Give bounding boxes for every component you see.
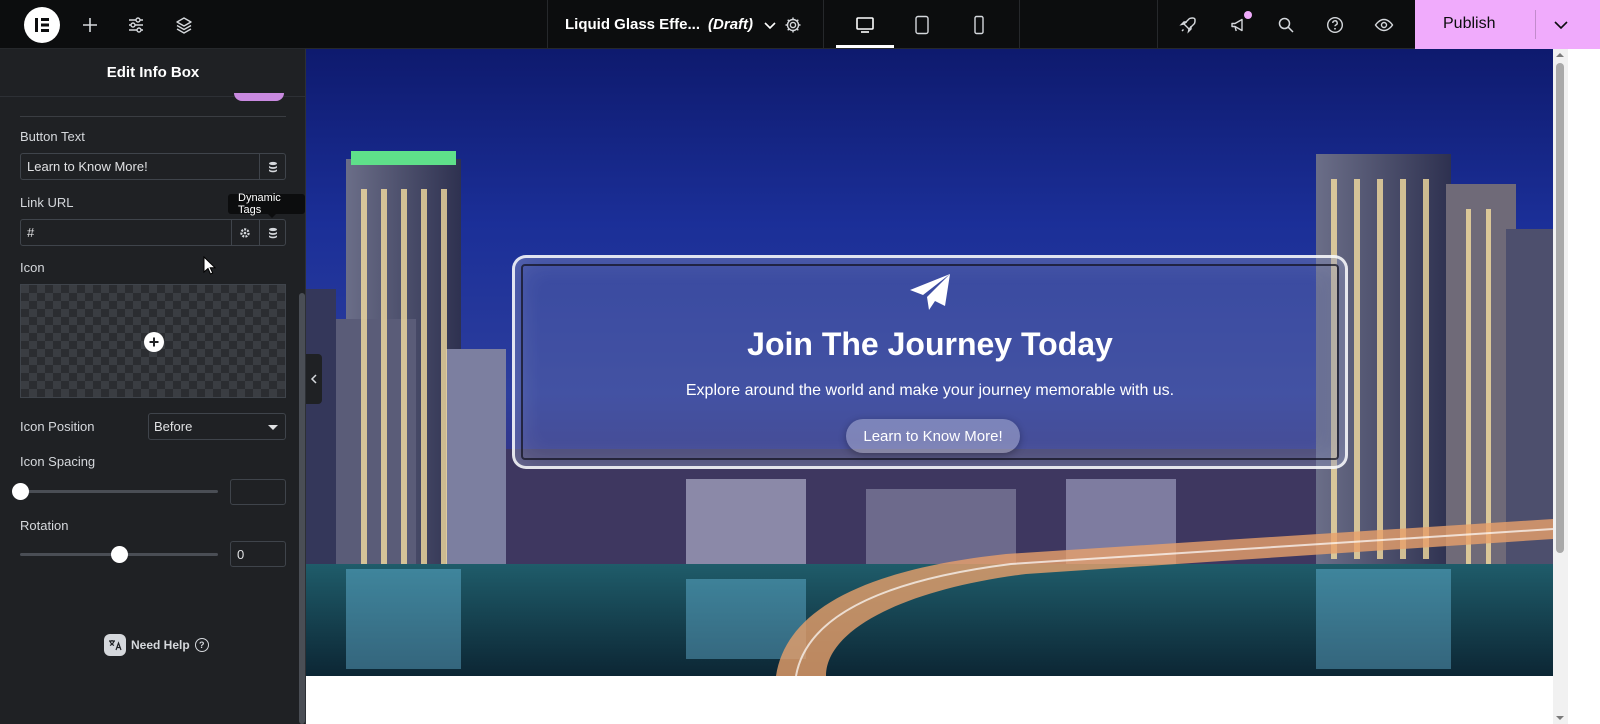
- info-box-card[interactable]: Join The Journey Today Explore around th…: [512, 255, 1348, 469]
- info-box-description: Explore around the world and make your j…: [685, 382, 1175, 399]
- collapse-panel-button[interactable]: [306, 354, 322, 404]
- info-box-button[interactable]: Learn to Know More!: [846, 419, 1020, 453]
- desktop-icon: [856, 16, 874, 33]
- preview-button[interactable]: [1368, 0, 1400, 49]
- panel-title: Edit Info Box: [0, 49, 306, 97]
- database-icon: [269, 227, 277, 238]
- button-text-input[interactable]: Learn to Know More!: [20, 153, 286, 180]
- device-desktop-button[interactable]: [836, 0, 894, 49]
- link-url-input[interactable]: #: [20, 219, 286, 246]
- page-settings-button[interactable]: [776, 0, 810, 49]
- database-icon: [269, 161, 277, 172]
- separator: [1019, 0, 1020, 49]
- canvas-scrollbar-thumb[interactable]: [1556, 63, 1564, 553]
- add-element-button[interactable]: [74, 0, 106, 49]
- info-box-heading: Join The Journey Today: [747, 326, 1113, 362]
- top-bar: Liquid Glass Effe... (Draft) Publish: [0, 0, 1600, 49]
- dynamic-tags-button[interactable]: [259, 154, 286, 179]
- icon-media-picker[interactable]: [20, 284, 286, 398]
- icon-position-select[interactable]: Before: [148, 413, 286, 440]
- whats-new-button[interactable]: [1222, 0, 1254, 49]
- layers-icon: [176, 16, 192, 34]
- publish-label: Publish: [1443, 15, 1496, 32]
- icon-position-value: Before: [154, 419, 193, 434]
- rotation-label: Rotation: [20, 518, 69, 533]
- rotation-value: 0: [237, 546, 245, 562]
- mobile-icon: [974, 15, 984, 34]
- window-edge: [1568, 49, 1600, 724]
- add-icon-button[interactable]: [144, 332, 164, 352]
- canvas-blank-area: [306, 676, 1553, 724]
- structure-button[interactable]: [168, 0, 200, 49]
- help-button[interactable]: [1319, 0, 1351, 49]
- icon-spacing-slider-handle[interactable]: [12, 483, 29, 500]
- tablet-icon: [915, 15, 929, 34]
- chevron-down-icon: [1554, 20, 1568, 29]
- rotation-input[interactable]: 0: [230, 541, 286, 567]
- chevron-down-icon: [764, 21, 776, 29]
- dynamic-tags-button[interactable]: [259, 220, 286, 245]
- launchpad-button[interactable]: [1172, 0, 1204, 49]
- separator: [823, 0, 824, 49]
- rocket-icon: [1179, 16, 1196, 34]
- notification-dot: [1244, 11, 1252, 19]
- link-url-label: Link URL: [20, 195, 74, 210]
- translate-icon: [104, 634, 126, 656]
- device-tablet-button[interactable]: [905, 0, 939, 49]
- eye-icon: [1374, 18, 1394, 31]
- gear-icon: [785, 17, 801, 32]
- search-button[interactable]: [1270, 0, 1302, 49]
- device-active-indicator: [836, 45, 894, 48]
- publish-divider: [1535, 10, 1536, 39]
- canvas-scrollbar[interactable]: [1553, 49, 1568, 724]
- dynamic-tags-tooltip: Dynamic Tags: [228, 192, 305, 218]
- separator: [547, 0, 548, 49]
- elementor-logo-icon: [35, 18, 49, 32]
- paper-plane-icon: [515, 272, 1345, 312]
- icon-label: Icon: [20, 260, 45, 275]
- search-icon: [1278, 17, 1294, 33]
- separator: [1157, 0, 1158, 49]
- scroll-up-arrow-icon[interactable]: [1556, 53, 1564, 57]
- link-options-button[interactable]: [231, 220, 258, 245]
- button-text-label: Button Text: [20, 129, 85, 144]
- control-pill[interactable]: [234, 93, 284, 101]
- panel-scrollbar[interactable]: [299, 293, 305, 724]
- icon-spacing-slider[interactable]: [20, 490, 218, 493]
- megaphone-icon: [1231, 18, 1243, 31]
- editor-panel: Edit Info Box Button Text Learn to Know …: [0, 49, 306, 724]
- mouse-cursor-icon: [203, 255, 217, 281]
- gear-icon: [240, 227, 250, 238]
- publish-button[interactable]: Publish: [1415, 0, 1600, 49]
- document-title-text: Liquid Glass Effe...: [565, 16, 701, 33]
- preview-canvas: Join The Journey Today Explore around th…: [306, 49, 1553, 676]
- need-help-link[interactable]: Need Help ?: [104, 634, 209, 656]
- icon-spacing-label: Icon Spacing: [20, 454, 96, 469]
- plus-icon: [149, 337, 159, 347]
- need-help-label: Need Help: [131, 638, 190, 652]
- elementor-logo[interactable]: [24, 7, 60, 43]
- scroll-down-arrow-icon[interactable]: [1556, 716, 1564, 720]
- caret-down-icon: [268, 425, 278, 430]
- icon-position-label: Icon Position: [20, 419, 95, 434]
- rotation-slider-handle[interactable]: [111, 546, 128, 563]
- site-settings-button[interactable]: [120, 0, 152, 49]
- link-url-value: #: [27, 225, 35, 240]
- document-title[interactable]: Liquid Glass Effe... (Draft): [565, 0, 777, 49]
- sliders-icon: [129, 16, 143, 33]
- help-circle-icon: [1326, 16, 1344, 33]
- document-status: (Draft): [708, 16, 754, 33]
- device-mobile-button[interactable]: [962, 0, 996, 49]
- publish-options-button[interactable]: [1553, 0, 1569, 49]
- divider: [20, 116, 286, 117]
- chevron-left-icon: [310, 374, 317, 384]
- icon-spacing-input[interactable]: [230, 479, 286, 505]
- plus-icon: [83, 17, 97, 32]
- button-text-value: Learn to Know More!: [27, 159, 148, 174]
- help-circle-icon: ?: [194, 638, 209, 652]
